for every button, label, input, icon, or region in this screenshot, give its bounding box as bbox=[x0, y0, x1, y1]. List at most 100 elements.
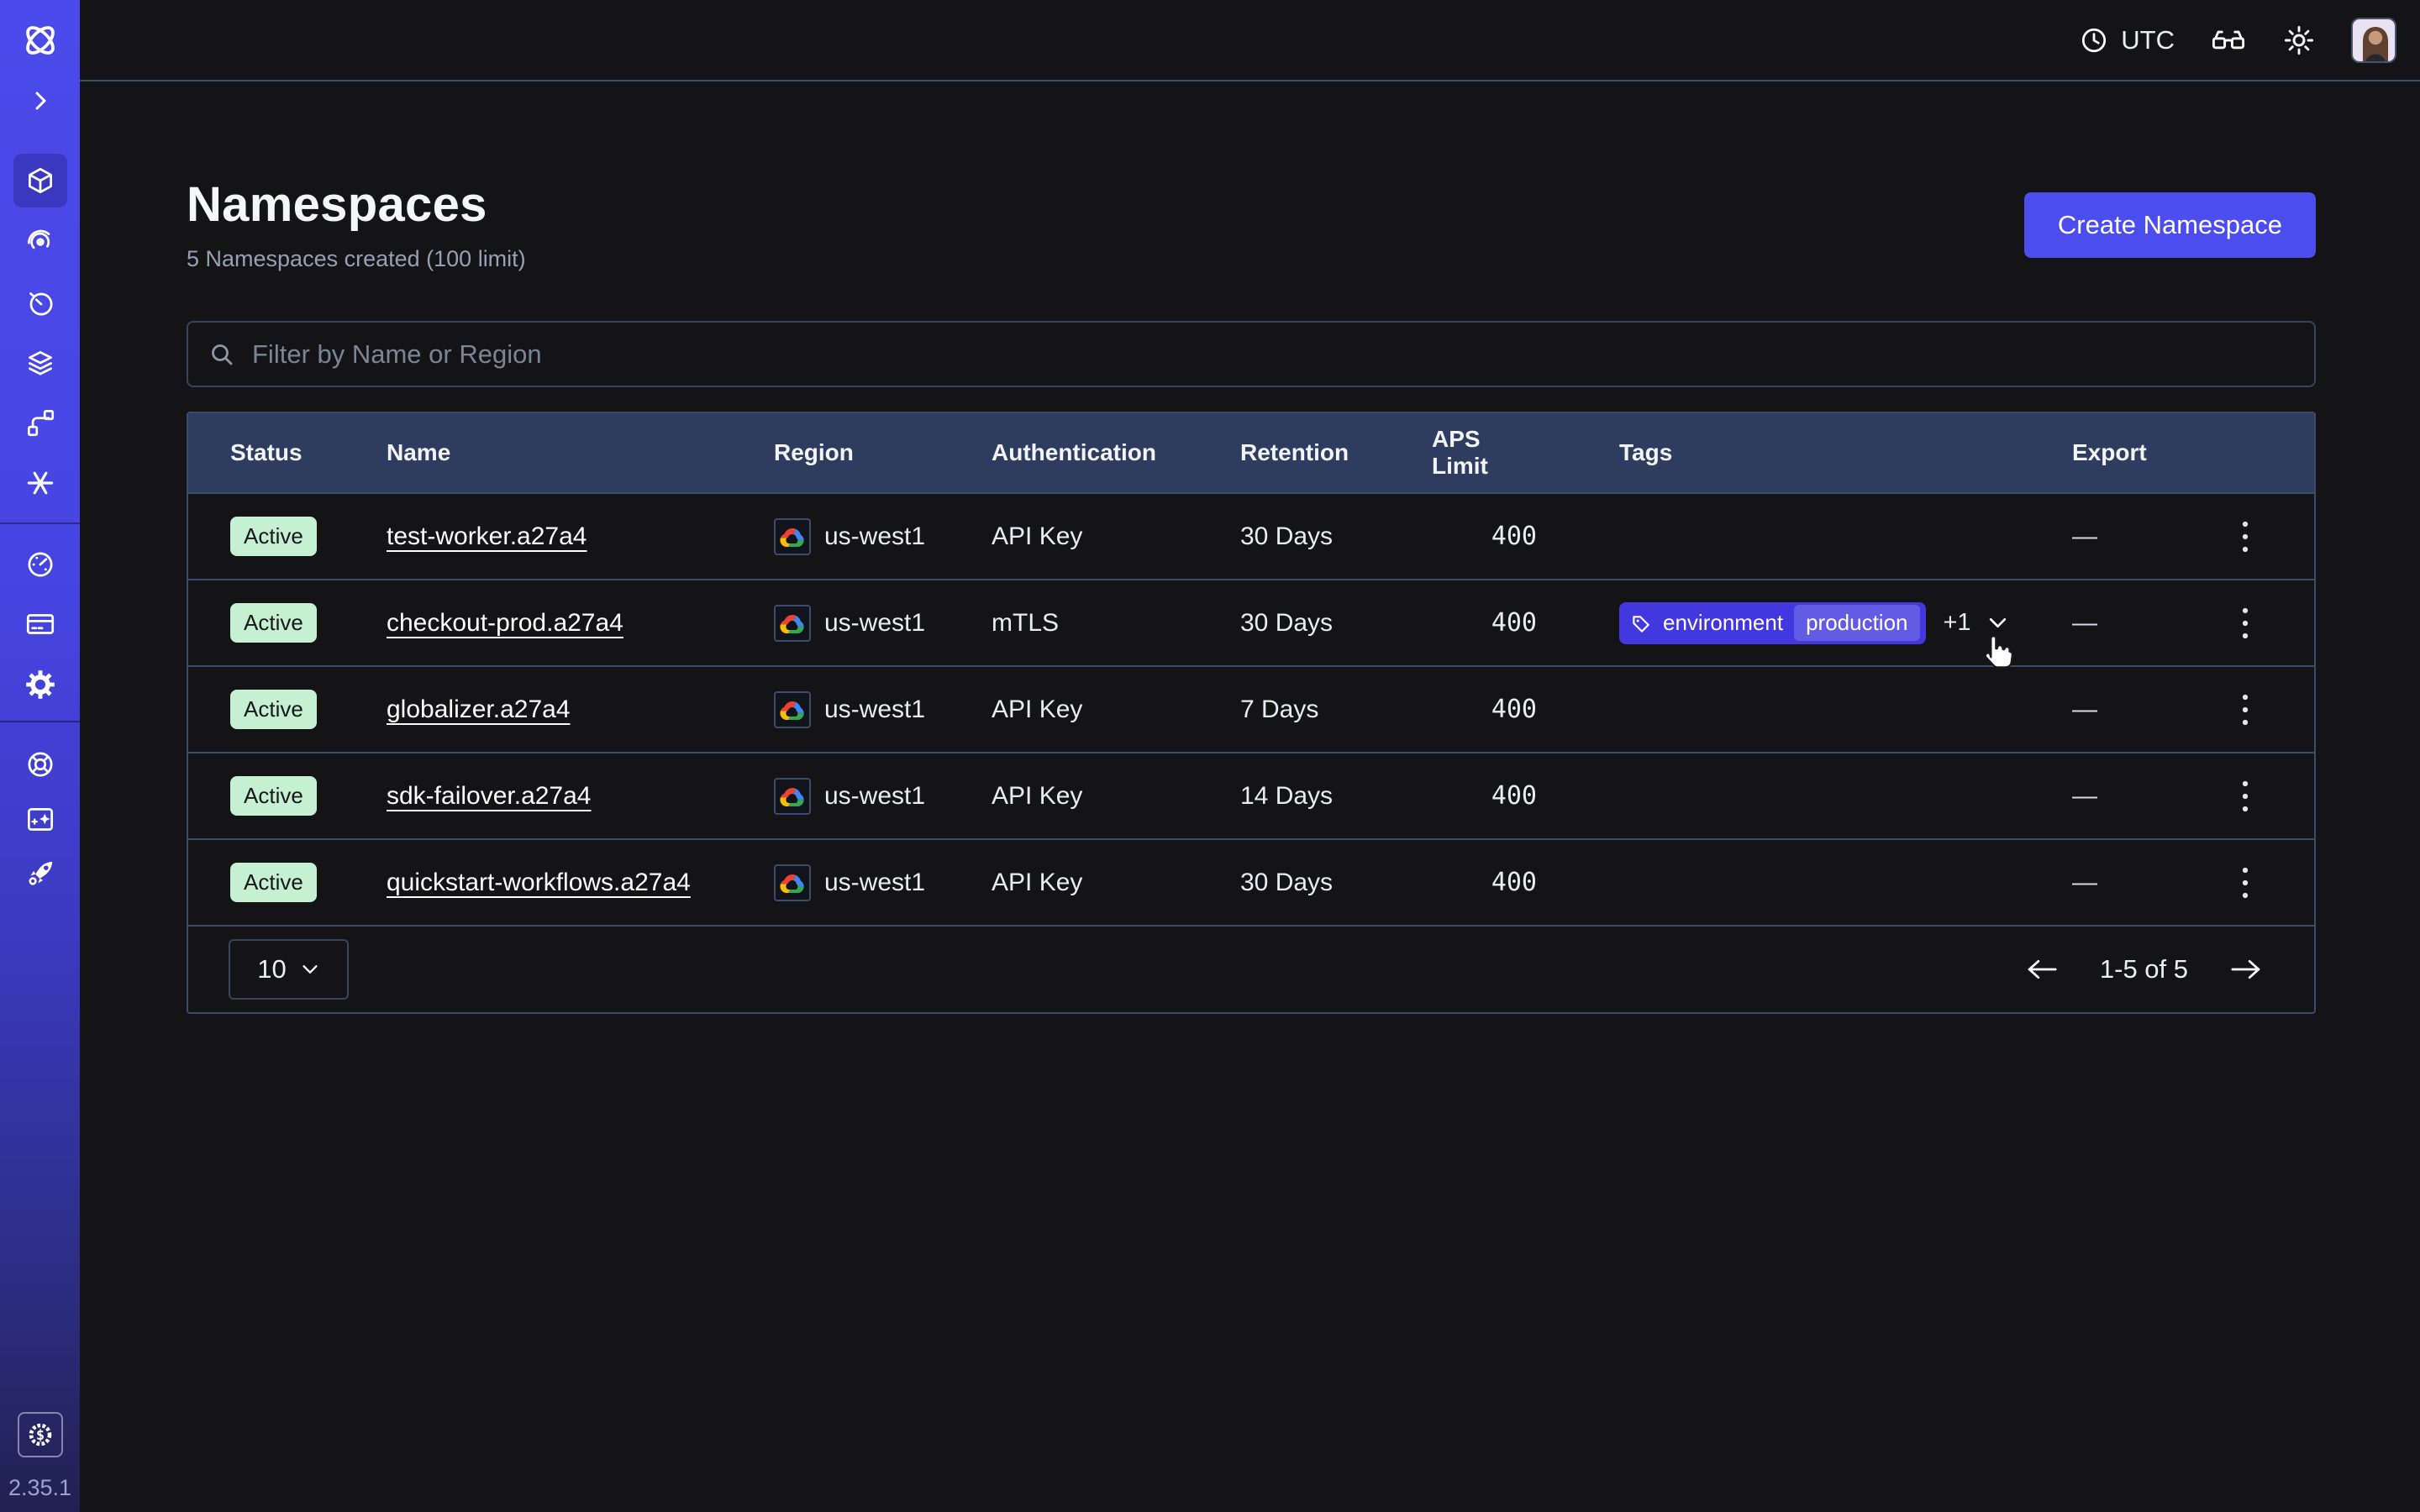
tags-cell: environment production +1 bbox=[1619, 602, 2072, 644]
prev-page-button[interactable] bbox=[2019, 952, 2063, 987]
auth-cell: API Key bbox=[992, 696, 1240, 724]
temporal-logo-icon[interactable] bbox=[18, 18, 62, 62]
kebab-menu-icon bbox=[2240, 606, 2250, 641]
create-namespace-button[interactable]: Create Namespace bbox=[2024, 192, 2316, 258]
region-label: us-west1 bbox=[824, 609, 925, 638]
sidebar-item-layers[interactable] bbox=[13, 336, 67, 390]
theme-toggle-button[interactable] bbox=[2282, 24, 2316, 57]
google-cloud-icon bbox=[774, 518, 811, 555]
filter-input[interactable] bbox=[250, 339, 2294, 370]
namespace-link[interactable]: checkout-prod.a27a4 bbox=[387, 609, 623, 637]
table-row: Active test-worker.a27a4 us-west1 API Ke… bbox=[188, 492, 2314, 579]
row-menu-button[interactable] bbox=[2230, 685, 2260, 734]
column-header-aps-limit: APS Limit bbox=[1432, 426, 1537, 480]
expand-tags-button[interactable] bbox=[1983, 608, 2012, 638]
reading-glasses-icon bbox=[2210, 24, 2247, 57]
google-cloud-icon bbox=[774, 605, 811, 642]
sun-icon bbox=[2282, 24, 2316, 57]
namespace-link[interactable]: test-worker.a27a4 bbox=[387, 522, 587, 550]
rocket-icon bbox=[23, 856, 58, 891]
table-row: Active checkout-prod.a27a4 us-west1 mTLS… bbox=[188, 579, 2314, 665]
export-value: — bbox=[2072, 609, 2097, 638]
auth-cell: API Key bbox=[992, 782, 1240, 811]
pipeline-icon bbox=[23, 405, 58, 440]
sidebar-item-settings[interactable] bbox=[13, 658, 67, 711]
layers-icon bbox=[23, 345, 58, 381]
sidebar-expand-button[interactable] bbox=[24, 84, 57, 118]
sidebar-item-orbit[interactable] bbox=[13, 214, 67, 268]
whats-new-icon bbox=[23, 802, 58, 837]
topbar: UTC bbox=[80, 0, 2420, 81]
namespace-link[interactable]: sdk-failover.a27a4 bbox=[387, 782, 592, 810]
billing-card-icon bbox=[23, 606, 58, 642]
tag-pill[interactable]: environment production bbox=[1619, 602, 1926, 644]
sidebar-item-billing[interactable] bbox=[13, 597, 67, 651]
status-badge: Active bbox=[230, 776, 317, 816]
kebab-menu-icon bbox=[2240, 692, 2250, 727]
status-badge: Active bbox=[230, 863, 317, 902]
sidebar-item-usage[interactable] bbox=[13, 537, 67, 591]
clock-icon bbox=[2079, 25, 2109, 55]
next-page-button[interactable] bbox=[2225, 952, 2269, 987]
svg-text:$: $ bbox=[35, 1427, 44, 1444]
retention-cell: 30 Days bbox=[1240, 522, 1432, 551]
kebab-menu-icon bbox=[2240, 519, 2250, 554]
pricing-badge-button[interactable]: $ bbox=[18, 1412, 63, 1457]
app-root: $ 2.35.1 UTC Namespaces 5 Nam bbox=[0, 0, 2420, 1512]
page-subtitle: 5 Namespaces created (100 limit) bbox=[187, 246, 526, 272]
google-cloud-icon bbox=[774, 864, 811, 901]
region-label: us-west1 bbox=[824, 782, 925, 811]
aps-limit-value: 400 bbox=[1432, 868, 1537, 897]
sidebar-item-get-started[interactable] bbox=[13, 847, 67, 900]
region-label: us-west1 bbox=[824, 696, 925, 724]
status-badge: Active bbox=[230, 517, 317, 556]
sidebar-item-namespaces[interactable] bbox=[13, 154, 67, 207]
timezone-button[interactable]: UTC bbox=[2079, 25, 2175, 55]
column-header-name: Name bbox=[387, 439, 774, 466]
user-avatar[interactable] bbox=[2351, 18, 2396, 63]
sidebar-item-whats-new[interactable] bbox=[13, 793, 67, 847]
cube-icon bbox=[23, 163, 58, 198]
auth-cell: API Key bbox=[992, 869, 1240, 897]
google-cloud-icon bbox=[774, 691, 811, 728]
sidebar-item-schedules[interactable] bbox=[13, 276, 67, 329]
tag-value: production bbox=[1794, 605, 1919, 641]
page-size-select[interactable]: 10 bbox=[229, 939, 349, 1000]
table-row: Active globalizer.a27a4 us-west1 API Key… bbox=[188, 665, 2314, 752]
sidebar-divider bbox=[0, 721, 80, 722]
pricing-badge-icon: $ bbox=[24, 1418, 57, 1452]
auth-cell: API Key bbox=[992, 522, 1240, 551]
region-label: us-west1 bbox=[824, 869, 925, 897]
reading-mode-button[interactable] bbox=[2210, 24, 2247, 57]
sidebar-item-asterisk[interactable] bbox=[13, 456, 67, 510]
sidebar-item-support[interactable] bbox=[13, 738, 67, 791]
retention-cell: 14 Days bbox=[1240, 782, 1432, 811]
tags-group: environment production +1 bbox=[1619, 602, 2012, 644]
column-header-region: Region bbox=[774, 439, 992, 466]
row-menu-button[interactable] bbox=[2230, 512, 2260, 561]
table-row: Active sdk-failover.a27a4 us-west1 API K… bbox=[188, 752, 2314, 838]
column-header-export: Export bbox=[2072, 439, 2314, 466]
row-menu-button[interactable] bbox=[2230, 772, 2260, 821]
table-row: Active quickstart-workflows.a27a4 us-wes… bbox=[188, 838, 2314, 925]
retention-cell: 7 Days bbox=[1240, 696, 1432, 724]
table-body: Active test-worker.a27a4 us-west1 API Ke… bbox=[188, 492, 2314, 925]
namespace-link[interactable]: globalizer.a27a4 bbox=[387, 696, 571, 723]
column-header-tags: Tags bbox=[1619, 439, 2072, 466]
arrow-right-icon bbox=[2230, 957, 2264, 982]
tag-icon bbox=[1631, 612, 1652, 633]
sidebar-item-pipeline[interactable] bbox=[13, 396, 67, 449]
search-icon bbox=[208, 341, 235, 368]
row-menu-button[interactable] bbox=[2230, 599, 2260, 648]
row-menu-button[interactable] bbox=[2230, 858, 2260, 907]
sidebar-divider bbox=[0, 522, 80, 524]
arrow-left-icon bbox=[2024, 957, 2058, 982]
chevron-down-icon bbox=[300, 959, 320, 979]
app-version: 2.35.1 bbox=[8, 1475, 71, 1501]
timezone-label: UTC bbox=[2121, 25, 2175, 55]
table-header: Status Name Region Authentication Retent… bbox=[188, 413, 2314, 492]
page-range-label: 1-5 of 5 bbox=[2100, 954, 2188, 984]
export-value: — bbox=[2072, 696, 2097, 724]
namespace-link[interactable]: quickstart-workflows.a27a4 bbox=[387, 869, 691, 896]
gear-icon bbox=[23, 667, 58, 702]
